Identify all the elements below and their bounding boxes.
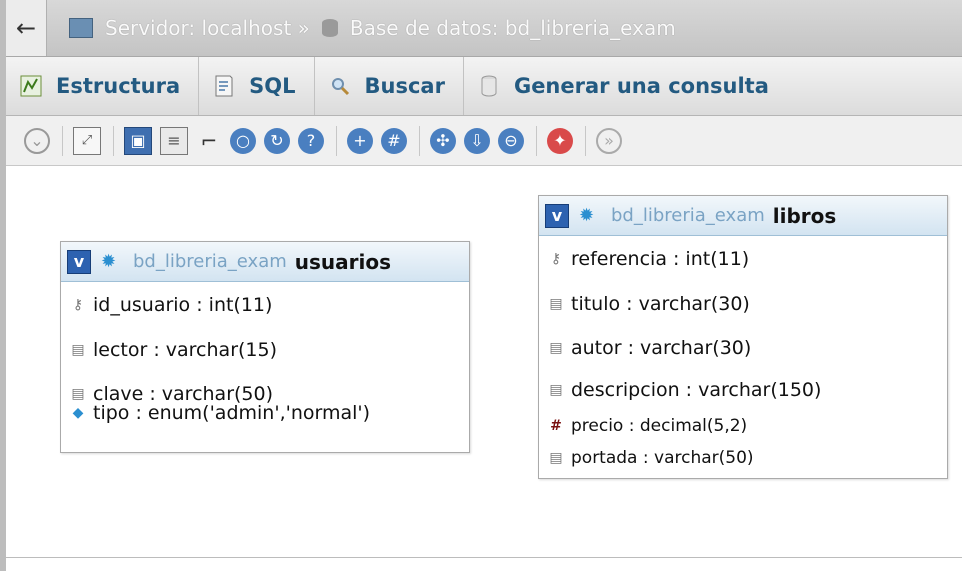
breadcrumb-server[interactable]: Servidor: localhost » [105,16,310,40]
tab-sql-label: SQL [249,74,296,98]
column-label: portada : varchar(50) [571,448,754,468]
help-icon[interactable]: ? [298,127,324,154]
pdf-icon[interactable]: ✦ [547,127,573,154]
table-name: usuarios [294,249,392,274]
table-card-libros[interactable]: v ✹ bd_libreria_exam libros ⚷ referencia… [538,195,948,479]
move-icon[interactable]: ✣ [430,127,456,154]
tab-query[interactable]: Generar una consulta [464,57,787,115]
add-table-icon[interactable]: + [347,127,373,154]
search-icon [331,78,349,96]
tab-bar: Estructura SQL Buscar Generar una consul… [6,57,962,116]
column-icon: ▤ [549,450,563,466]
column-label: autor : varchar(30) [571,337,752,359]
table-database-name: bd_libreria_exam [133,251,287,272]
fullscreen-icon[interactable]: ⤢ [73,126,101,155]
tab-sql[interactable]: SQL [199,57,315,115]
column-icon: ▤ [71,342,85,358]
back-button[interactable]: ← [6,0,47,56]
gear-icon[interactable]: ✹ [579,206,597,225]
relation-icon[interactable]: ⌐ [196,128,222,154]
tab-structure[interactable]: Estructura [6,57,200,115]
table-row[interactable]: ▤ titulo : varchar(30) [539,282,947,326]
tab-search-label: Buscar [364,74,445,98]
numeric-icon: # [550,418,562,434]
breadcrumb-database[interactable]: Base de datos: bd_libreria_exam [350,16,676,40]
enum-icon: ◆ [72,405,84,421]
table-row[interactable]: ▤ autor : varchar(30) [539,326,947,370]
query-icon [481,75,497,97]
column-icon: ▤ [549,340,563,356]
column-icon: ▤ [71,386,85,402]
grid-icon[interactable]: # [381,127,407,154]
column-label: referencia : int(11) [571,248,750,270]
designer-canvas[interactable]: v ✹ bd_libreria_exam usuarios ⚷ id_usuar… [6,167,962,558]
tab-structure-label: Estructura [56,74,181,98]
toggle-columns-button[interactable]: v [67,249,91,274]
key-icon: ⚷ [550,251,562,267]
tab-search[interactable]: Buscar [315,57,464,115]
table-row[interactable]: ▤ lector : varchar(15) [61,328,469,372]
column-label: id_usuario : int(11) [93,294,273,316]
table-database-name: bd_libreria_exam [611,205,765,226]
column-label: precio : decimal(5,2) [571,416,748,436]
designer-toolbar: ⌄ ⤢ ▣ ≡ ⌐ ○ ↻ ? + # ✣ ⇩ ⊖ ✦ » [6,116,962,166]
angular-links-icon[interactable]: ⊖ [498,127,524,154]
table-row[interactable]: ▤ descripcion : varchar(150) [539,370,947,410]
gear-icon[interactable]: ✹ [101,252,119,271]
breadcrumb: ← Servidor: localhost » Base de datos: b… [6,0,962,57]
database-icon [321,19,338,37]
sql-icon [215,75,233,97]
table-name: libros [772,203,837,228]
toggle-columns-button[interactable]: v [545,203,569,228]
table-row[interactable]: ◆ tipo : enum('admin','normal') [61,402,469,424]
toggle-panel-icon[interactable]: ⌄ [24,127,50,154]
list-icon[interactable]: ≡ [160,126,188,155]
column-label: titulo : varchar(30) [571,293,750,315]
structure-icon [20,75,42,97]
table-header[interactable]: v ✹ bd_libreria_exam libros [539,196,947,236]
export-icon[interactable]: ⇩ [464,127,490,154]
table-header[interactable]: v ✹ bd_libreria_exam usuarios [61,242,469,282]
circle-icon[interactable]: ○ [230,127,256,154]
table-card-usuarios[interactable]: v ✹ bd_libreria_exam usuarios ⚷ id_usuar… [60,241,470,453]
table-row[interactable]: # precio : decimal(5,2) [539,410,947,442]
disable-icon[interactable]: » [596,127,622,154]
column-icon: ▤ [549,382,563,398]
table-row[interactable]: ⚷ id_usuario : int(11) [61,282,469,328]
table-row[interactable]: ▤ portada : varchar(50) [539,442,947,474]
column-label: tipo : enum('admin','normal') [93,402,371,424]
save-icon[interactable]: ▣ [124,126,152,155]
server-icon [69,18,93,38]
key-icon: ⚷ [72,297,84,313]
tab-query-label: Generar una consulta [513,74,769,98]
table-row[interactable]: ⚷ referencia : int(11) [539,236,947,282]
reload-icon[interactable]: ↻ [264,127,290,154]
column-label: descripcion : varchar(150) [571,379,822,401]
column-icon: ▤ [549,296,563,312]
column-label: lector : varchar(15) [93,339,278,361]
